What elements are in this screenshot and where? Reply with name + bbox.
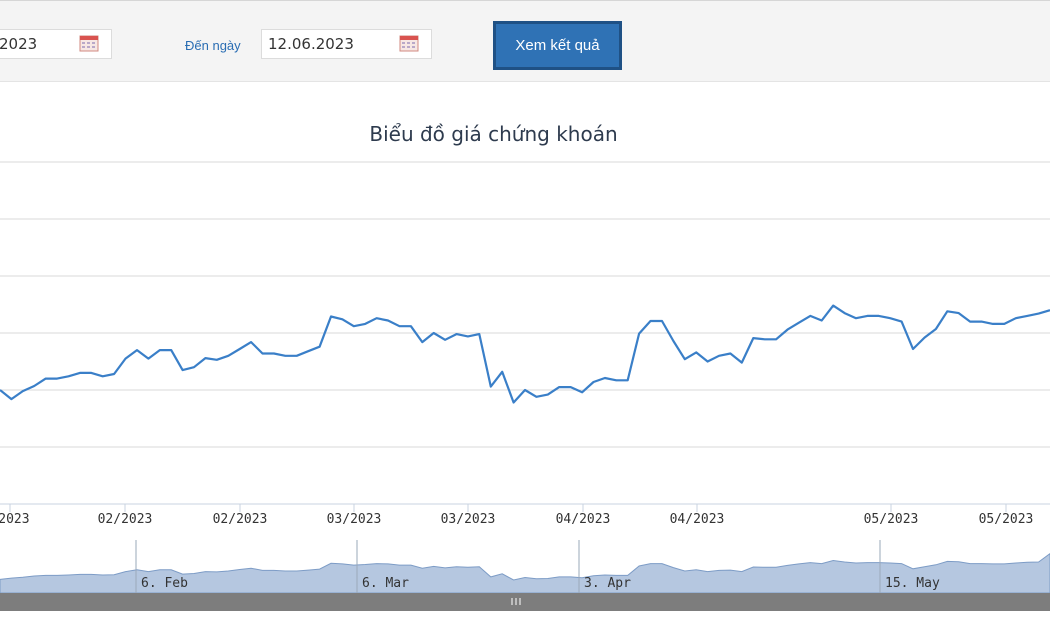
navigator-label: 6. Mar — [362, 576, 409, 591]
price-chart: /2023 02/2023 02/2023 03/2023 03/2023 04/2023… — [0, 161, 1050, 611]
price-line — [0, 304, 1050, 404]
x-tick-label: 03/2023 — [441, 512, 496, 527]
x-tick-label: 05/2023 — [979, 512, 1034, 527]
x-tick-label: /2023 — [0, 512, 30, 527]
x-tick-label: 04/2023 — [670, 512, 725, 527]
x-tick-label: 05/2023 — [864, 512, 919, 527]
x-tick-label: 03/2023 — [327, 512, 382, 527]
x-tick-label: 04/2023 — [556, 512, 611, 527]
navigator-label: 15. May — [885, 576, 940, 591]
navigator-scrollbar[interactable] — [0, 593, 1050, 611]
x-tick-label: 02/2023 — [98, 512, 153, 527]
navigator-label: 6. Feb — [141, 576, 188, 591]
navigator-label: 3. Apr — [584, 576, 631, 591]
x-tick-label: 02/2023 — [213, 512, 268, 527]
